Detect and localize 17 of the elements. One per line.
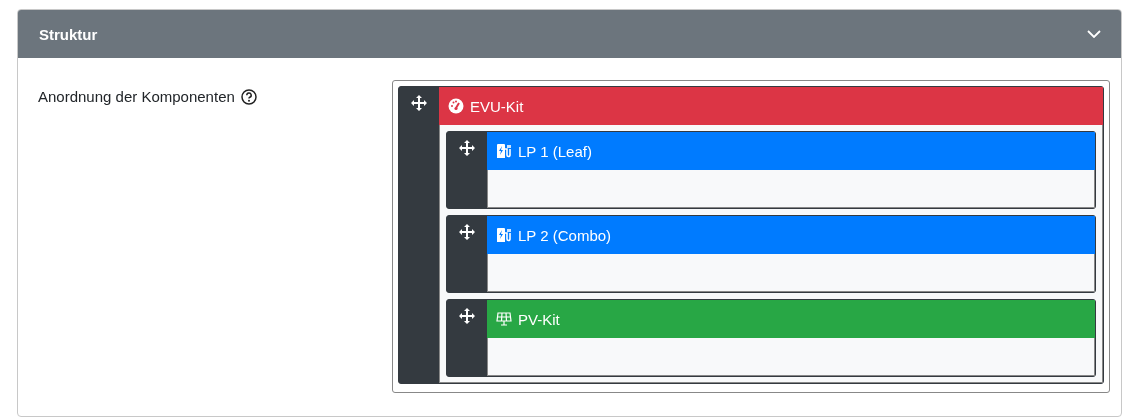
card-header[interactable]: Struktur xyxy=(18,10,1121,58)
move-icon[interactable] xyxy=(459,140,475,156)
move-icon[interactable] xyxy=(411,95,427,111)
help-icon[interactable] xyxy=(240,89,257,105)
component-name: LP 1 (Leaf) xyxy=(518,142,592,160)
component-name: PV-Kit xyxy=(518,310,560,328)
gauge-icon xyxy=(448,98,464,114)
component-name: EVU-Kit xyxy=(470,97,524,115)
move-icon[interactable] xyxy=(459,224,475,240)
charging-station-icon xyxy=(496,227,512,243)
solar-panel-icon xyxy=(496,311,512,327)
component-name: LP 2 (Combo) xyxy=(518,226,612,244)
move-icon[interactable] xyxy=(459,308,475,324)
card-title: Struktur xyxy=(39,25,98,43)
charging-station-icon xyxy=(496,143,512,159)
field-label: Anordnung der Komponenten xyxy=(38,88,235,105)
chevron-down-icon[interactable] xyxy=(1087,30,1101,38)
